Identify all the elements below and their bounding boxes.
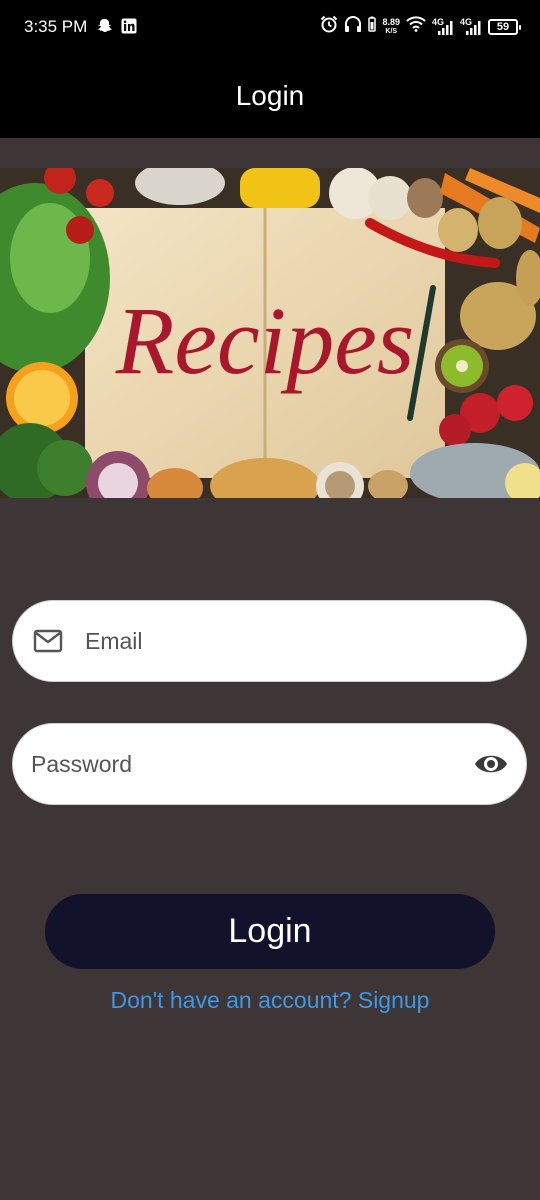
battery-saver-icon [368,16,377,37]
app-bar: Login [0,56,540,138]
status-bar: 3:35 PM 8.89 K/S 4G 4G 59 [0,0,540,56]
email-placeholder: Email [85,628,143,654]
recipes-banner-image: Recipes [0,168,540,498]
signal-strength-icon: 4G [432,17,454,37]
wifi-icon [406,16,426,37]
signup-link[interactable]: Don't have an account? Signup [0,987,540,1014]
battery-icon: 59 [488,18,521,35]
eye-icon[interactable] [474,751,508,782]
password-field[interactable]: Password [12,723,527,805]
linkedin-icon [121,18,137,39]
password-placeholder: Password [31,751,132,777]
login-button[interactable]: Login [45,894,495,969]
email-field[interactable]: Email [12,600,527,682]
mail-icon [33,628,63,659]
banner-title: Recipes [115,287,415,394]
page-title: Login [235,80,305,111]
headphones-icon [344,15,362,38]
alarm-icon [320,15,338,38]
status-time: 3:35 PM [24,17,88,36]
network-speed: 8.89 K/S [382,16,400,35]
signal-strength-icon: 4G [460,17,482,37]
snapchat-icon [97,18,113,39]
